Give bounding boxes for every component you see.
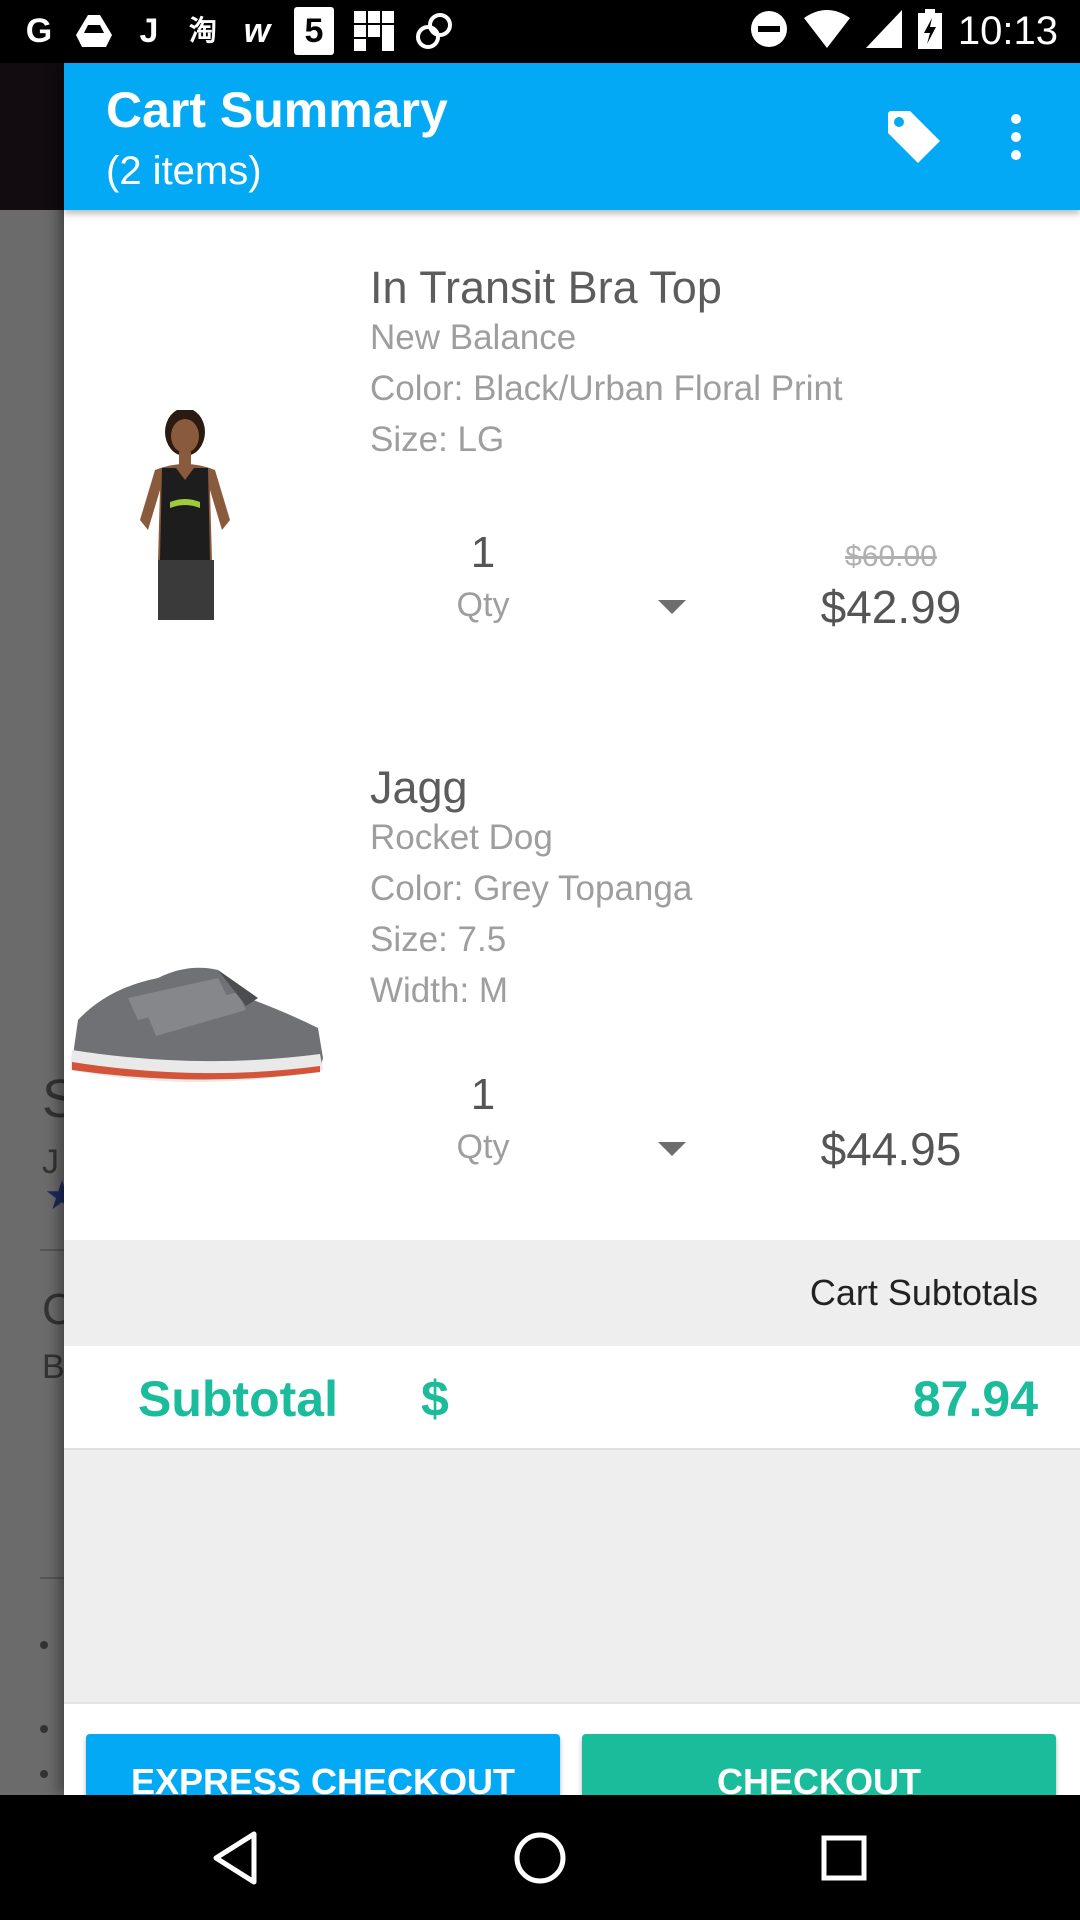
clock: 10:13 — [957, 8, 1058, 53]
background-bullet — [40, 1641, 48, 1649]
background-app-bar — [0, 63, 64, 210]
cart-item[interactable]: Jagg Rocket Dog Color: Grey Topanga Size… — [64, 710, 1080, 1240]
product-image-jagg-shoe[interactable] — [68, 958, 328, 1099]
drive-icon — [76, 7, 112, 55]
product-name[interactable]: In Transit Bra Top — [370, 262, 722, 314]
five-app-icon: 5 — [294, 7, 334, 55]
status-bar: G J 淘 w 5 10:13 — [0, 0, 1080, 63]
quantity-dropdown-icon[interactable] — [658, 600, 686, 614]
subtotal-label: Subtotal — [138, 1371, 338, 1427]
subtotal-amount: 87.94 — [912, 1371, 1038, 1427]
quantity-label: Qty — [456, 1128, 510, 1166]
background-text: S — [42, 1069, 64, 1129]
product-size: Size: 7.5 — [370, 920, 507, 959]
cart-item[interactable]: In Transit Bra Top New Balance Color: Bl… — [64, 210, 1080, 710]
sale-price: $42.99 — [820, 581, 962, 633]
quantity-dropdown-icon[interactable] — [658, 1142, 686, 1156]
battery-icon — [917, 8, 942, 54]
original-price: $60.00 — [845, 540, 937, 573]
subtotal-row: Subtotal $ 87.94 — [64, 1346, 1080, 1450]
more-vert-icon[interactable] — [986, 105, 1046, 169]
cart-subtotals-header: Cart Subtotals — [64, 1240, 1080, 1346]
taobao-icon: 淘 — [188, 15, 217, 46]
background-bullet — [40, 1725, 48, 1733]
app-bar: Cart Summary (2 items) — [64, 63, 1080, 210]
product-color: Color: Black/Urban Floral Print — [370, 369, 843, 408]
notification-icons: G J 淘 w 5 — [22, 6, 454, 56]
quantity-value[interactable]: 1 — [423, 1070, 543, 1120]
background-page: S J ★ C B — [0, 63, 64, 1795]
background-text: B — [42, 1348, 64, 1386]
j-app-icon: J — [139, 12, 159, 50]
signal-icon — [865, 9, 902, 53]
item-count: (2 items) — [106, 149, 262, 193]
checkout-button-bar: EXPRESS CHECKOUT CHECKOUT — [64, 1704, 1080, 1830]
product-width: Width: M — [370, 971, 509, 1010]
quantity-value[interactable]: 1 — [423, 528, 543, 578]
system-icons: 10:13 — [750, 6, 1058, 56]
grid-app-icon — [354, 7, 394, 55]
product-size: Size: LG — [370, 420, 505, 459]
empty-space — [64, 1450, 1080, 1704]
product-name[interactable]: Jagg — [370, 762, 468, 814]
back-icon[interactable] — [200, 1823, 270, 1893]
background-text: C — [42, 1285, 64, 1334]
product-brand: New Balance — [370, 318, 577, 357]
w-app-icon: w — [243, 12, 271, 50]
page-title: Cart Summary — [106, 82, 448, 138]
quantity-label: Qty — [456, 586, 510, 624]
cart-summary-drawer: Cart Summary (2 items) In Transit Bra To… — [64, 63, 1080, 1830]
product-image-bra-top[interactable] — [130, 408, 250, 625]
product-brand: Rocket Dog — [370, 818, 553, 857]
do-not-disturb-icon — [750, 10, 788, 53]
google-icon: G — [25, 12, 53, 50]
product-color: Color: Grey Topanga — [370, 869, 693, 908]
background-star-icon: ★ — [44, 1174, 64, 1218]
cart-subtotals-label: Cart Subtotals — [809, 1272, 1038, 1313]
background-bullet — [40, 1770, 48, 1778]
navigation-bar — [0, 1795, 1080, 1920]
item-price: $44.95 — [820, 1123, 962, 1175]
tag-icon[interactable] — [882, 105, 946, 169]
home-icon[interactable] — [505, 1823, 575, 1893]
link-icon — [414, 7, 454, 55]
wifi-icon — [803, 9, 850, 53]
recent-apps-icon[interactable] — [809, 1823, 879, 1893]
background-divider — [40, 1577, 64, 1579]
subtotal-currency: $ — [421, 1371, 449, 1427]
background-divider — [40, 1249, 64, 1251]
